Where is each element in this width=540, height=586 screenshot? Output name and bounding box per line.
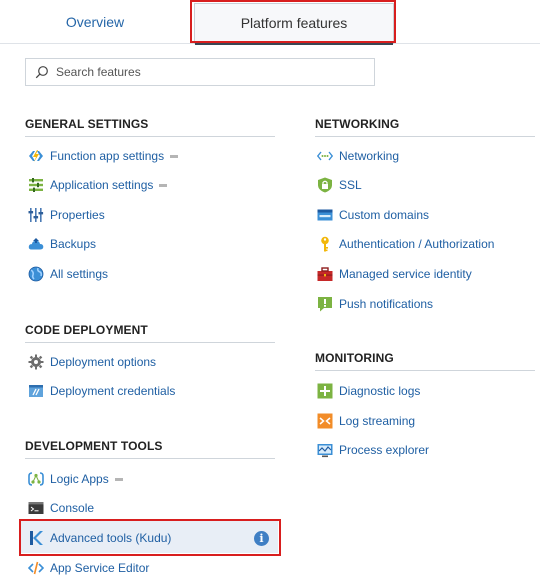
tab-platform-features-label: Platform features [240, 15, 348, 31]
item-label: Console [50, 501, 95, 515]
networking-icon [316, 148, 334, 164]
item-label: Function app settings [50, 149, 165, 163]
item-managed-service-identity[interactable]: Managed service identity [317, 262, 472, 286]
item-label: Backups [50, 237, 97, 251]
item-push-notifications[interactable]: Push notifications [317, 292, 433, 316]
item-properties[interactable]: Properties [28, 203, 105, 227]
search-box[interactable] [25, 58, 375, 86]
item-label: Custom domains [339, 208, 430, 222]
item-label: App Service Editor [50, 561, 150, 575]
code-editor-icon [27, 560, 45, 576]
section-title-networking: NETWORKING [315, 117, 400, 131]
divider [25, 458, 275, 459]
item-label: Networking [339, 149, 400, 163]
section-title-development-tools: DEVELOPMENT TOOLS [25, 439, 163, 453]
section-title-general-settings: GENERAL SETTINGS [25, 117, 149, 131]
console-icon [28, 500, 44, 516]
item-authentication[interactable]: Authentication / Authorization [317, 232, 494, 256]
divider [315, 370, 535, 371]
item-label: Advanced tools (Kudu) [50, 531, 172, 545]
ssl-shield-icon [317, 177, 333, 193]
section-title-monitoring: MONITORING [315, 351, 394, 365]
search-input[interactable] [56, 63, 356, 81]
active-tab-indicator [195, 42, 393, 45]
item-label: Diagnostic logs [339, 384, 421, 398]
globe-settings-icon [28, 266, 44, 282]
item-label: All settings [50, 267, 109, 281]
item-label: Log streaming [339, 414, 416, 428]
section-title-code-deployment: CODE DEPLOYMENT [25, 323, 148, 337]
kudu-icon [28, 530, 44, 546]
item-label: Process explorer [339, 443, 430, 457]
item-logic-apps[interactable]: Logic Apps [28, 467, 123, 491]
key-icon [317, 236, 333, 252]
item-label: Application settings [50, 178, 154, 192]
item-label: Properties [50, 208, 105, 222]
gear-icon [28, 354, 44, 370]
item-label: SSL [339, 178, 362, 192]
item-label: Logic Apps [50, 472, 109, 486]
item-label: Authentication / Authorization [339, 237, 495, 251]
divider [25, 342, 275, 343]
info-icon[interactable]: i [254, 531, 269, 546]
properties-sliders-icon [28, 207, 44, 223]
divider [315, 136, 535, 137]
item-label: Deployment options [50, 355, 157, 369]
item-backups[interactable]: Backups [28, 232, 96, 256]
search-icon [35, 65, 49, 84]
toolbox-icon [317, 266, 333, 282]
push-notification-icon [317, 296, 333, 312]
tab-platform-features[interactable]: Platform features [194, 3, 394, 45]
item-label: Managed service identity [339, 267, 472, 281]
settings-list-icon [28, 177, 44, 193]
backup-cloud-icon [28, 236, 44, 252]
item-advanced-tools-kudu[interactable]: Advanced tools (Kudu) [28, 526, 171, 550]
item-app-service-editor[interactable]: App Service Editor [27, 556, 150, 580]
item-deployment-options[interactable]: Deployment options [28, 350, 156, 374]
pin-icon[interactable] [170, 155, 179, 158]
item-all-settings[interactable]: All settings [28, 262, 108, 286]
custom-domain-icon [317, 207, 333, 223]
item-label: Deployment credentials [50, 384, 176, 398]
item-networking[interactable]: Networking [316, 144, 400, 168]
item-log-streaming[interactable]: Log streaming [317, 409, 415, 433]
tab-overview[interactable]: Overview [40, 0, 150, 42]
item-ssl[interactable]: SSL [317, 173, 362, 197]
tab-bar: Overview Platform features [0, 0, 540, 45]
credentials-icon [28, 383, 44, 399]
logic-apps-icon [28, 471, 44, 487]
process-explorer-icon [317, 442, 333, 458]
pin-icon[interactable] [159, 184, 168, 187]
diagnostic-logs-icon [317, 383, 333, 399]
log-streaming-icon [317, 413, 333, 429]
item-label: Push notifications [339, 297, 434, 311]
divider [25, 136, 275, 137]
item-diagnostic-logs[interactable]: Diagnostic logs [317, 379, 420, 403]
item-function-app-settings[interactable]: Function app settings [28, 144, 179, 168]
item-console[interactable]: Console [28, 496, 94, 520]
function-bolt-icon [28, 148, 44, 164]
item-deployment-credentials[interactable]: Deployment credentials [28, 379, 175, 403]
pin-icon[interactable] [114, 478, 123, 481]
item-process-explorer[interactable]: Process explorer [317, 438, 429, 462]
item-application-settings[interactable]: Application settings [28, 173, 168, 197]
item-custom-domains[interactable]: Custom domains [317, 203, 429, 227]
